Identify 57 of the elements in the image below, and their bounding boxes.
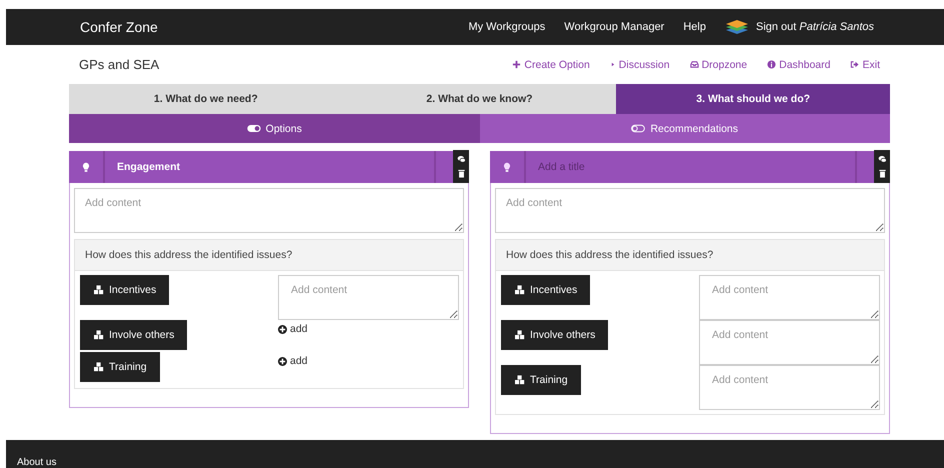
issue-button[interactable]: Incentives — [501, 275, 590, 305]
cubes-icon — [514, 285, 526, 295]
view-tab[interactable]: Options — [69, 114, 480, 143]
trash-icon[interactable] — [456, 169, 466, 178]
content-field[interactable]: Add content — [495, 188, 885, 233]
question-heading: How does this address the identified issues? — [496, 240, 884, 271]
cubes-icon — [514, 375, 526, 385]
step-tab[interactable]: 3. What should we do? — [616, 84, 890, 114]
step-tab[interactable]: 1. What do we need? — [69, 84, 343, 114]
toolbar-link[interactable]: Dashboard — [767, 58, 830, 70]
toggle-icon — [246, 124, 261, 133]
issue-button[interactable]: Involve others — [501, 320, 608, 350]
comments-icon[interactable] — [456, 154, 466, 164]
brand-name[interactable]: Confer Zone — [80, 19, 158, 35]
plus-circle-icon — [278, 324, 287, 334]
issue-content-field[interactable]: Add content — [278, 275, 459, 320]
lightbulb-icon — [82, 162, 90, 172]
view-tab[interactable]: Recommendations — [480, 114, 890, 143]
issue-button[interactable]: Training — [80, 352, 160, 382]
cubes-icon — [93, 362, 105, 372]
toolbar-link[interactable]: Create Option — [512, 58, 590, 70]
cubes-icon — [93, 285, 105, 295]
exit-icon — [850, 60, 860, 69]
comments-icon[interactable] — [878, 154, 886, 164]
title-field[interactable]: Add a title — [526, 151, 874, 183]
lightbulb-icon — [503, 162, 511, 172]
issue-button[interactable]: Incentives — [80, 275, 170, 305]
add-link[interactable]: add — [278, 355, 308, 367]
content-field[interactable]: Add content — [74, 188, 464, 233]
nav-link[interactable]: Workgroup Manager — [564, 21, 664, 33]
about-link[interactable]: About us — [17, 457, 56, 468]
sign-out-link[interactable]: Sign out Patrícia Santos — [756, 21, 874, 33]
issue-content-field[interactable]: Add content — [699, 275, 880, 320]
toolbar-link[interactable]: Exit — [850, 58, 880, 70]
nav-link[interactable]: Help — [683, 21, 706, 33]
page-title: GPs and SEA — [79, 57, 160, 72]
step-tab[interactable]: 2. What do we know? — [342, 84, 616, 114]
nav-link[interactable]: My Workgroups — [468, 21, 546, 33]
layers-icon — [724, 19, 749, 35]
plus-circle-icon — [278, 356, 287, 366]
issue-content-field[interactable]: Add content — [699, 320, 880, 365]
plus-icon — [512, 60, 522, 69]
issue-button[interactable]: Involve others — [80, 320, 188, 350]
toolbar-link[interactable]: Dropzone — [690, 58, 748, 70]
caret-icon — [610, 60, 616, 69]
inbox-icon — [690, 60, 699, 69]
question-heading: How does this address the identified issues? — [75, 240, 463, 271]
toolbar-link[interactable]: Discussion — [610, 58, 670, 70]
cubes-icon — [514, 330, 526, 340]
issue-content-field[interactable]: Add content — [699, 365, 880, 410]
cubes-icon — [93, 330, 105, 340]
toggle-icon — [631, 124, 646, 133]
add-link[interactable]: add — [278, 323, 308, 335]
info-icon — [767, 60, 776, 69]
issue-button[interactable]: Training — [501, 365, 581, 395]
title-field[interactable]: Engagement — [105, 151, 453, 183]
trash-icon[interactable] — [878, 169, 886, 178]
